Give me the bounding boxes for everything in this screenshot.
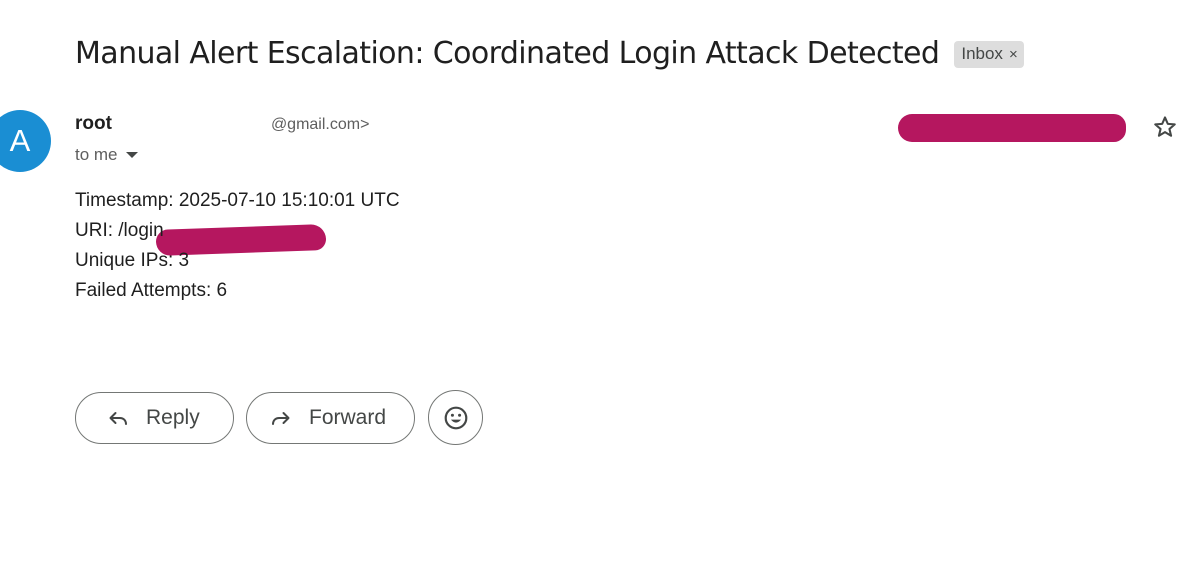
body-line-failed-attempts: Failed Attempts: 6 bbox=[75, 280, 228, 301]
subject-row: Manual Alert Escalation: Coordinated Log… bbox=[75, 36, 1024, 71]
sender-avatar[interactable]: A bbox=[0, 110, 51, 172]
caret-down-icon bbox=[125, 152, 138, 158]
email-body: Timestamp: 2025-07-10 15:10:01 UTC URI: … bbox=[75, 186, 400, 306]
body-line-uri: URI: /login bbox=[75, 220, 164, 241]
smiley-icon bbox=[444, 406, 467, 429]
recipient-text: to me bbox=[75, 145, 118, 164]
reply-arrow-icon bbox=[109, 411, 127, 425]
star-icon[interactable] bbox=[1152, 114, 1178, 140]
email-actions: Reply Forward bbox=[75, 390, 483, 445]
email-subject: Manual Alert Escalation: Coordinated Log… bbox=[75, 36, 940, 71]
forward-label: Forward bbox=[309, 405, 387, 429]
reply-button[interactable]: Reply bbox=[75, 391, 234, 444]
label-text: Inbox bbox=[961, 44, 1003, 63]
redaction-mark-date bbox=[898, 114, 1126, 142]
forward-button[interactable]: Forward bbox=[246, 391, 415, 444]
sender-row: root @gmail.com> bbox=[75, 113, 370, 256]
inbox-label-chip[interactable]: Inbox × bbox=[954, 41, 1024, 68]
sender-email-domain: @gmail.com> bbox=[270, 116, 370, 133]
remove-label-icon[interactable]: × bbox=[1009, 46, 1018, 63]
sender-name[interactable]: root bbox=[75, 113, 112, 135]
reply-label: Reply bbox=[146, 405, 200, 429]
emoji-reaction-button[interactable] bbox=[428, 390, 483, 445]
sender-email: @gmail.com> bbox=[116, 116, 370, 256]
recipient-details-toggle[interactable]: to me bbox=[75, 145, 138, 165]
forward-arrow-icon bbox=[272, 411, 290, 425]
body-line-timestamp: Timestamp: 2025-07-10 15:10:01 UTC bbox=[75, 190, 400, 211]
body-line-unique-ips: Unique IPs: 3 bbox=[75, 250, 190, 271]
avatar-letter: A bbox=[9, 123, 31, 158]
